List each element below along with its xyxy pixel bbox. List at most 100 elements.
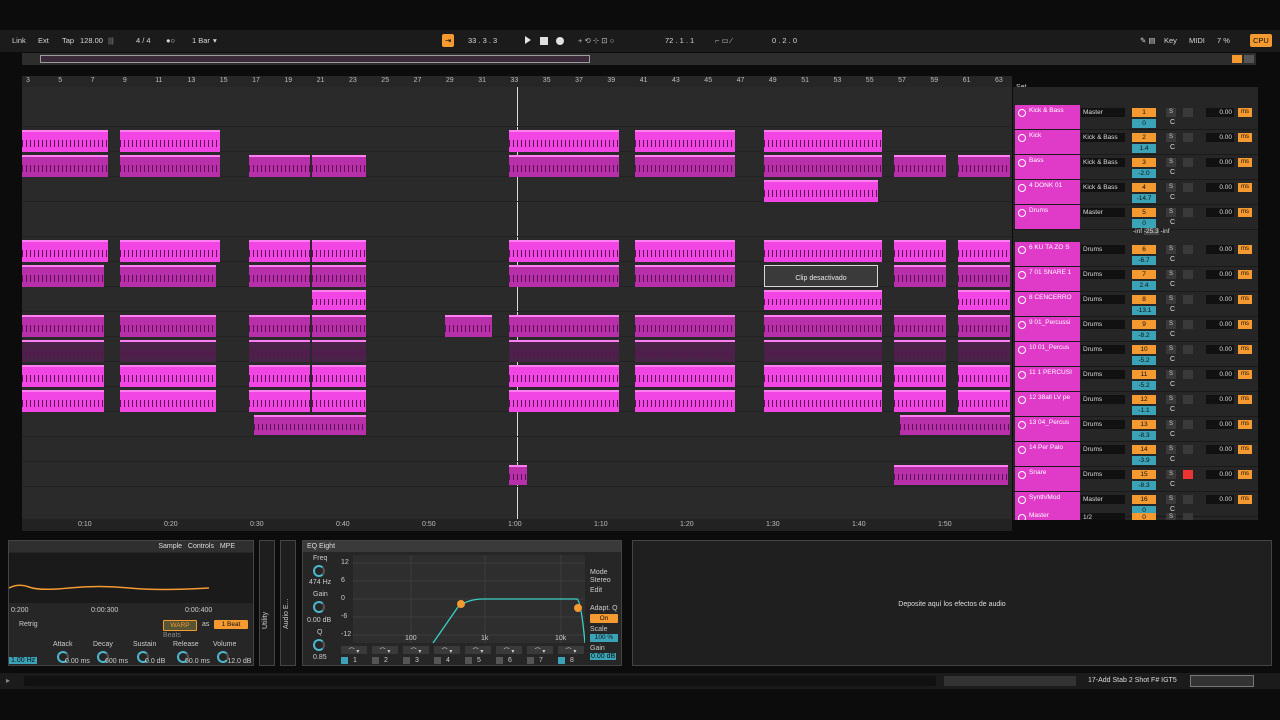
volume-field[interactable]: 1.4	[1132, 144, 1156, 153]
band-toggle[interactable]	[527, 657, 534, 664]
audio-clip[interactable]	[509, 155, 619, 177]
output-routing-select[interactable]: Drums	[1081, 270, 1125, 279]
delay-unit-toggle[interactable]: ms	[1238, 370, 1252, 379]
solo-button[interactable]: S	[1166, 495, 1176, 504]
track-delay-field[interactable]: 0.00	[1206, 270, 1234, 279]
track-delay-field[interactable]: 0.00	[1206, 158, 1234, 167]
time-ruler[interactable]: 0:10 0:20 0:30 0:40 0:50 1:00 1:10 1:20 1:30 1:40…	[22, 520, 1012, 531]
track-name[interactable]: 4 DONK 01	[1015, 180, 1080, 204]
track-name[interactable]: Kick & Bass	[1015, 105, 1080, 129]
output-routing-select[interactable]: Drums	[1081, 320, 1125, 329]
track-lane[interactable]	[22, 487, 1012, 520]
mixer-track[interactable]: 13 04_Percus Drums 13 S -8.3 C 0.00 ms	[1013, 417, 1258, 442]
record-icon[interactable]	[556, 36, 564, 49]
audio-clip[interactable]	[22, 315, 104, 337]
audio-clip[interactable]	[894, 465, 1008, 485]
track-name[interactable]: Master	[1015, 510, 1080, 520]
audio-clip[interactable]	[635, 365, 735, 387]
arm-button[interactable]	[1183, 495, 1193, 504]
audio-clip[interactable]	[958, 265, 1010, 287]
audio-clip[interactable]	[764, 315, 882, 337]
audio-clip[interactable]	[254, 415, 366, 435]
q-knob[interactable]	[313, 639, 325, 651]
band-toggle[interactable]	[496, 657, 503, 664]
track-name[interactable]: 7 01 SNARE 1	[1015, 267, 1080, 291]
track-name[interactable]: Bass	[1015, 155, 1080, 179]
audio-clip[interactable]	[120, 130, 220, 152]
stop-icon[interactable]	[540, 36, 548, 49]
audio-clip[interactable]	[958, 365, 1010, 387]
audio-clip[interactable]	[120, 365, 216, 387]
env-value[interactable]: -12.0 dB	[225, 658, 251, 665]
fold-icon[interactable]	[1018, 321, 1026, 329]
tab-sample[interactable]: Sample	[158, 543, 182, 550]
delay-unit-toggle[interactable]: ms	[1238, 108, 1252, 117]
nudge-icon[interactable]: |||	[108, 34, 114, 47]
utility-device[interactable]: Utility	[259, 540, 275, 666]
solo-button[interactable]: S	[1166, 513, 1176, 520]
arm-button[interactable]	[1183, 470, 1193, 479]
mixer-track[interactable]: 12 38all LV pe Drums 12 S -1.1 C 0.00 ms	[1013, 392, 1258, 417]
track-activator[interactable]: 5	[1132, 208, 1156, 217]
fold-icon[interactable]	[1018, 134, 1026, 142]
pan-field[interactable]: C	[1170, 431, 1175, 438]
solo-button[interactable]: S	[1166, 345, 1176, 354]
arm-button[interactable]	[1183, 513, 1193, 520]
solo-button[interactable]: S	[1166, 245, 1176, 254]
key-map-button[interactable]: Key	[1164, 34, 1177, 47]
audio-clip[interactable]	[249, 155, 310, 177]
track-activator[interactable]: 0	[1132, 513, 1156, 520]
delay-unit-toggle[interactable]: ms	[1238, 133, 1252, 142]
arm-button[interactable]	[1183, 370, 1193, 379]
audio-clip[interactable]	[764, 340, 882, 362]
track-name[interactable]: 11 1 PERCUSI	[1015, 367, 1080, 391]
mixer-track[interactable]: Kick Kick & Bass 2 S 1.4 C 0.00 ms	[1013, 130, 1258, 155]
solo-button[interactable]: S	[1166, 208, 1176, 217]
fold-icon[interactable]	[1018, 396, 1026, 404]
track-name[interactable]: 6 KU TA ZO S	[1015, 242, 1080, 266]
volume-field[interactable]: 2.4	[1132, 281, 1156, 290]
pan-field[interactable]: C	[1170, 194, 1175, 201]
delay-unit-toggle[interactable]: ms	[1238, 445, 1252, 454]
audio-clip[interactable]	[900, 415, 1010, 435]
track-delay-field[interactable]: 0.00	[1206, 470, 1234, 479]
mixer-track[interactable]: Master 1/2 0 S -16.0 C	[1013, 510, 1258, 520]
arm-button[interactable]	[1183, 445, 1193, 454]
arm-button[interactable]	[1183, 345, 1193, 354]
arm-button[interactable]	[1183, 208, 1193, 217]
audio-clip[interactable]	[894, 340, 946, 362]
arm-button[interactable]	[1183, 420, 1193, 429]
mixer-track[interactable]: Snare Drums 15 S -8.3 C 0.00 ms	[1013, 467, 1258, 492]
volume-field[interactable]: -14.7	[1132, 194, 1156, 203]
env-value[interactable]: 600 ms	[105, 658, 128, 665]
audio-clip[interactable]	[120, 155, 220, 177]
mixer-track[interactable]: 7 01 SNARE 1 Drums 7 S 2.4 C 0.00 ms	[1013, 267, 1258, 292]
audio-clip[interactable]	[764, 155, 882, 177]
track-activator[interactable]: 4	[1132, 183, 1156, 192]
audio-clip[interactable]	[764, 390, 882, 412]
midi-map-button[interactable]: MIDI	[1189, 34, 1205, 47]
output-routing-select[interactable]: 1/2	[1081, 513, 1125, 520]
delay-unit-toggle[interactable]: ms	[1238, 345, 1252, 354]
mode-select[interactable]: Stereo	[590, 577, 611, 584]
band-toggle[interactable]	[341, 657, 348, 664]
audio-clip[interactable]	[249, 265, 310, 287]
w-button[interactable]	[1244, 55, 1254, 63]
audio-clip[interactable]	[635, 315, 735, 337]
track-lane[interactable]	[22, 87, 1012, 127]
audio-clip[interactable]	[635, 240, 735, 262]
track-delay-field[interactable]: 0.00	[1206, 208, 1234, 217]
h-button[interactable]	[1232, 55, 1242, 63]
ext-button[interactable]: Ext	[38, 34, 49, 47]
audio-clip[interactable]	[22, 390, 104, 412]
audio-clip[interactable]	[958, 290, 1010, 310]
beat-ruler[interactable]: 3 5 7 9 11 13 15 17 19 21 23 25 27 29 31 33 35 37 39 41 43 45…	[22, 76, 1012, 87]
track-activator[interactable]: 7	[1132, 270, 1156, 279]
audio-clip[interactable]	[764, 365, 882, 387]
track-name[interactable]: 8 CENCERRO	[1015, 292, 1080, 316]
output-routing-select[interactable]: Drums	[1081, 245, 1125, 254]
output-routing-select[interactable]: Drums	[1081, 295, 1125, 304]
audio-clip[interactable]	[958, 390, 1010, 412]
solo-button[interactable]: S	[1166, 108, 1176, 117]
filter-type-select[interactable]: ⌒ ▾	[558, 646, 584, 655]
